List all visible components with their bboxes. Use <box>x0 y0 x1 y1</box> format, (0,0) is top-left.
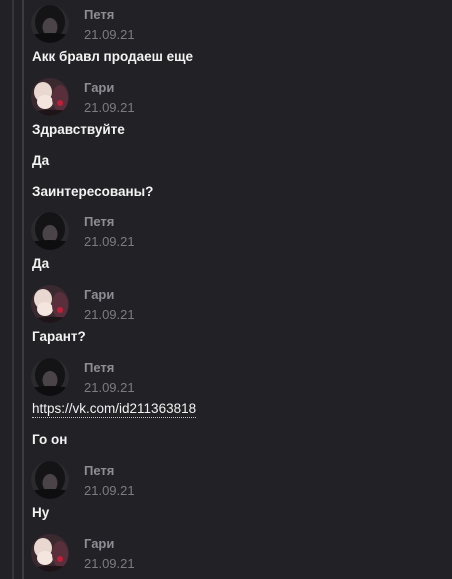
message-date: 21.09.21 <box>84 483 135 498</box>
avatar-petya[interactable] <box>31 358 69 396</box>
user-avatar-pink-icon <box>31 285 69 323</box>
message-date: 21.09.21 <box>84 556 135 571</box>
avatar-petya[interactable] <box>31 5 69 43</box>
thread-line-inner <box>22 0 24 579</box>
message-date: 21.09.21 <box>84 307 135 322</box>
message-author[interactable]: Петя <box>84 360 114 375</box>
message-text: Заинтересованы? <box>32 184 154 199</box>
avatar-gari[interactable] <box>31 78 69 116</box>
message-author[interactable]: Петя <box>84 463 114 478</box>
message-text: Ну <box>32 505 50 520</box>
avatar-petya[interactable] <box>31 212 69 250</box>
avatar-gari[interactable] <box>31 285 69 323</box>
user-avatar-pink-icon <box>31 534 69 572</box>
message-text: Гарант? <box>32 329 86 344</box>
message-date: 21.09.21 <box>84 100 135 115</box>
message-text: Да <box>32 256 50 271</box>
user-avatar-dark-icon <box>31 358 69 396</box>
message-author[interactable]: Гари <box>84 287 114 302</box>
message-date: 21.09.21 <box>84 380 135 395</box>
message-author[interactable]: Петя <box>84 7 114 22</box>
user-avatar-dark-icon <box>31 5 69 43</box>
message-text: Да <box>32 153 50 168</box>
avatar-petya[interactable] <box>31 461 69 499</box>
user-avatar-dark-icon <box>31 212 69 250</box>
message-author[interactable]: Гари <box>84 80 114 95</box>
message-text: Акк бравл продаеш еще <box>32 49 194 64</box>
message-text: https://vk.com/id211363818 <box>32 401 197 418</box>
message-text: Го он <box>32 432 68 447</box>
message-text: Здравствуйте <box>32 122 125 137</box>
user-avatar-dark-icon <box>31 461 69 499</box>
message-date: 21.09.21 <box>84 234 135 249</box>
chat-thread: Петя 21.09.21 Акк бравл продаеш еще Гари… <box>0 0 452 579</box>
thread-line-outer <box>12 0 14 579</box>
avatar-gari[interactable] <box>31 534 69 572</box>
message-date: 21.09.21 <box>84 27 135 42</box>
message-link[interactable]: https://vk.com/id211363818 <box>32 401 197 418</box>
user-avatar-pink-icon <box>31 78 69 116</box>
message-author[interactable]: Гари <box>84 536 114 551</box>
message-author[interactable]: Петя <box>84 214 114 229</box>
